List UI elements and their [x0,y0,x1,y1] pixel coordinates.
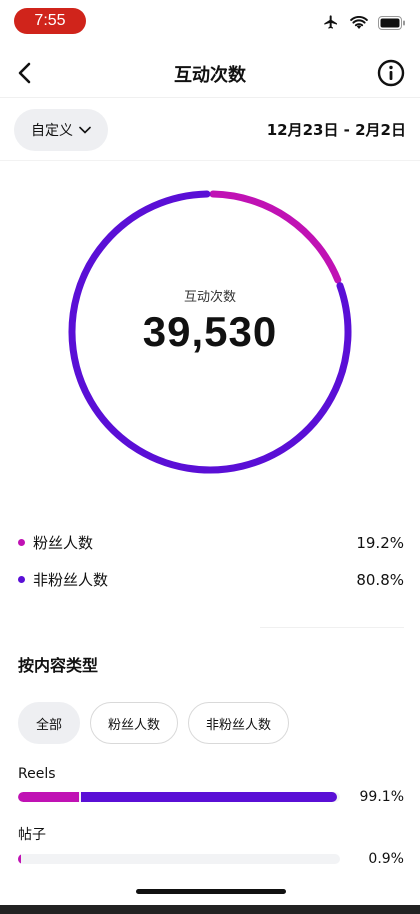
content-type-label: Reels [18,766,56,782]
legend-percent: 19.2% [356,533,404,552]
content-percent: 99.1% [359,789,404,805]
date-range-text: 12月23日 - 2月2日 [266,121,406,139]
status-bar: 7:55 [0,0,420,44]
nav-header: 互动次数 [0,48,420,98]
info-icon [377,59,405,87]
content-type-label: 帖子 [18,827,46,843]
posts-bar [18,854,340,864]
donut-center-label: 互动次数 [183,290,236,305]
screen: 7:55 互动次数 自定义 12月23日 - 2月2日 互动次数 39,530 … [0,0,420,914]
tab-non-followers[interactable]: 非粉丝人数 [188,702,290,744]
bar-line: 99.1% [18,789,404,805]
legend-label: 非粉丝人数 [33,571,109,589]
tab-followers[interactable]: 粉丝人数 [90,702,179,744]
legend-left-non-followers: 非粉丝人数 [18,569,108,590]
home-indicator [136,889,286,894]
page-title: 互动次数 [174,65,246,86]
status-icons [322,14,406,34]
content-row-posts: 帖子 0.9% [18,824,404,867]
reels-bar-non-followers [81,792,338,802]
wifi-icon [350,15,368,34]
battery-icon [378,15,406,34]
status-time: 7:55 [14,8,86,34]
date-range-dropdown-label: 自定义 [31,123,73,139]
legend-left-followers: 粉丝人数 [18,532,93,553]
reels-bar-followers [18,792,80,802]
bottom-edge [0,905,420,914]
donut-center-value: 39,530 [142,308,278,355]
legend-label: 粉丝人数 [33,534,94,552]
content-filter-tabs: 全部 粉丝人数 非粉丝人数 [18,702,290,744]
info-button[interactable] [376,58,406,88]
date-range-dropdown[interactable]: 自定义 [14,109,108,151]
non-followers-dot [18,576,25,583]
legend-row-followers: 粉丝人数 19.2% [18,524,404,561]
audience-legend: 粉丝人数 19.2% 非粉丝人数 80.8% [18,524,404,598]
legend-row-non-followers: 非粉丝人数 80.8% [18,561,404,598]
donut-slice-followers [209,190,342,284]
followers-dot [18,539,25,546]
content-percent: 0.9% [368,851,404,867]
filter-row: 自定义 12月23日 - 2月2日 [0,99,420,161]
section-title: 按内容类型 [18,656,99,675]
chevron-down-icon [79,126,91,134]
legend-percent: 80.8% [356,570,404,589]
reels-bar [18,792,340,802]
posts-bar-followers [18,854,21,864]
airplane-icon [322,14,340,34]
tab-all[interactable]: 全部 [18,702,81,744]
content-row-reels: Reels 99.1% [18,766,404,805]
bar-line: 0.9% [18,851,404,867]
divider [260,627,404,628]
